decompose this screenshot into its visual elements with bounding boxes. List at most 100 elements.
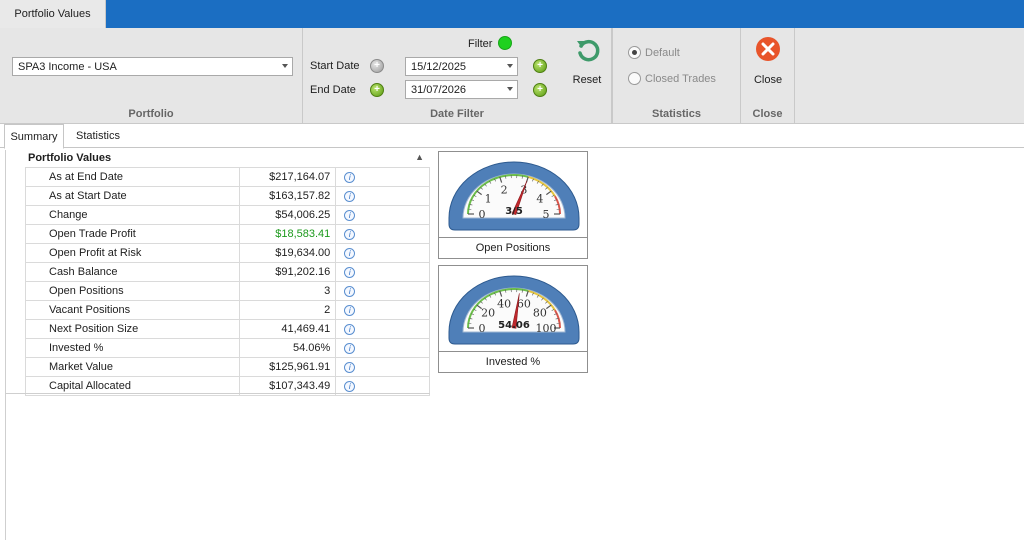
radio-closed-trades-label: Closed Trades	[645, 72, 716, 85]
table-row[interactable]: Change $54,006.25 i	[24, 205, 430, 225]
ribbon-group-close: Close Close	[741, 28, 795, 124]
row-value: 54.06%	[239, 338, 337, 358]
gauge-tick-label: 20	[481, 307, 495, 320]
gauge-caption: Open Positions	[439, 237, 587, 258]
row-label: Next Position Size	[24, 319, 241, 339]
gauge-open-positions: 0123453/5 Open Positions	[438, 151, 588, 259]
table-row[interactable]: Open Trade Profit $18,583.41 i	[24, 224, 430, 244]
row-value: 41,469.41	[239, 319, 337, 339]
end-date-add-icon[interactable]: +	[533, 83, 547, 97]
gauge-tick-label: 2	[501, 183, 508, 196]
gauge-tick-label: 4	[536, 193, 543, 206]
gauge-tick-label: 80	[533, 307, 547, 320]
table-row[interactable]: Invested % 54.06% i	[24, 338, 430, 358]
gauge-readout: 3/5	[505, 206, 523, 217]
table-row[interactable]: As at End Date $217,164.07 i	[24, 167, 430, 187]
window-tab-strip: Portfolio Values	[0, 0, 1024, 28]
grid-group-title: Portfolio Values	[28, 152, 112, 164]
table-row[interactable]: Market Value $125,961.91 i	[24, 357, 430, 377]
row-label: Invested %	[24, 338, 241, 358]
start-date-label: Start Date	[310, 60, 360, 72]
reset-icon	[577, 39, 600, 62]
info-icon[interactable]: i	[344, 381, 356, 392]
gauge-tick-label: 100	[536, 322, 557, 335]
chevron-down-icon	[282, 64, 288, 68]
radio-default-indicator	[628, 46, 641, 59]
row-info-cell: i	[335, 167, 430, 187]
row-value: $19,634.00	[239, 243, 337, 263]
table-row[interactable]: Open Positions 3 i	[24, 281, 430, 301]
radio-closed-trades[interactable]: Closed Trades	[628, 72, 716, 85]
row-value: 2	[239, 300, 337, 320]
start-date-enable-icon[interactable]: +	[370, 59, 384, 73]
end-date-enable-icon[interactable]: +	[370, 83, 384, 97]
ribbon-group-caption-statistics: Statistics	[652, 108, 701, 120]
chevron-down-icon	[507, 87, 513, 91]
grid-divider	[6, 393, 430, 394]
portfolio-select[interactable]: SPA3 Income - USA	[12, 57, 293, 76]
collapse-caret-icon[interactable]: ▲	[415, 152, 424, 162]
values-table: As at End Date $217,164.07 i As at Start Da…	[24, 167, 430, 396]
reset-button[interactable]: Reset	[563, 34, 611, 94]
row-value: $217,164.07	[239, 167, 337, 187]
row-info-cell: i	[335, 243, 430, 263]
close-button[interactable]: Close	[741, 34, 795, 94]
info-icon[interactable]: i	[344, 286, 356, 297]
info-icon[interactable]: i	[344, 191, 356, 202]
summary-panel: Portfolio Values ▲ As at End Date $217,16…	[5, 150, 1024, 540]
grid-group-header[interactable]: Portfolio Values ▲	[6, 150, 430, 167]
info-icon[interactable]: i	[344, 172, 356, 183]
tab-summary[interactable]: Summary	[4, 124, 64, 149]
filter-status-icon[interactable]	[498, 36, 512, 50]
table-row[interactable]: As at Start Date $163,157.82 i	[24, 186, 430, 206]
row-info-cell: i	[335, 262, 430, 282]
info-icon[interactable]: i	[344, 210, 356, 221]
table-row[interactable]: Open Profit at Risk $19,634.00 i	[24, 243, 430, 263]
gauge-tick-label: 5	[543, 208, 550, 221]
row-info-cell: i	[335, 205, 430, 225]
ribbon-group-statistics: Default Closed Trades Statistics	[612, 28, 741, 124]
radio-default-label: Default	[645, 46, 680, 59]
view-tabs: Summary Statistics	[0, 124, 1024, 149]
ribbon-group-portfolio: SPA3 Income - USA Portfolio	[0, 28, 303, 124]
row-value: $18,583.41	[239, 224, 337, 244]
row-info-cell: i	[335, 300, 430, 320]
row-label: Open Trade Profit	[24, 224, 241, 244]
row-value: $91,202.16	[239, 262, 337, 282]
reset-label: Reset	[572, 74, 602, 86]
info-icon[interactable]: i	[344, 267, 356, 278]
gauge-tick-label: 0	[479, 322, 486, 335]
row-label: Change	[24, 205, 241, 225]
table-row[interactable]: Cash Balance $91,202.16 i	[24, 262, 430, 282]
end-date-picker[interactable]: 31/07/2026	[405, 80, 518, 99]
start-date-add-icon[interactable]: +	[533, 59, 547, 73]
gauge-tick-label: 0	[479, 208, 486, 221]
tab-statistics[interactable]: Statistics	[68, 124, 128, 148]
row-label: Vacant Positions	[24, 300, 241, 320]
start-date-picker[interactable]: 15/12/2025	[405, 57, 518, 76]
row-value: 3	[239, 281, 337, 301]
row-label: Market Value	[24, 357, 241, 377]
radio-default[interactable]: Default	[628, 46, 680, 59]
info-icon[interactable]: i	[344, 305, 356, 316]
portfolio-values-grid: Portfolio Values ▲ As at End Date $217,16…	[6, 150, 430, 396]
row-label: Open Profit at Risk	[24, 243, 241, 263]
info-icon[interactable]: i	[344, 248, 356, 259]
info-icon[interactable]: i	[344, 343, 356, 354]
row-value: $163,157.82	[239, 186, 337, 206]
info-icon[interactable]: i	[344, 229, 356, 240]
filter-label: Filter	[468, 38, 493, 50]
open-positions-gauge-dial: 0123453/5	[448, 161, 580, 231]
gauge-tick-label: 40	[497, 297, 511, 310]
table-row[interactable]: Vacant Positions 2 i	[24, 300, 430, 320]
tab-portfolio-values[interactable]: Portfolio Values	[0, 0, 106, 28]
row-label: As at End Date	[24, 167, 241, 187]
info-icon[interactable]: i	[344, 324, 356, 335]
row-info-cell: i	[335, 186, 430, 206]
radio-closed-trades-indicator	[628, 72, 641, 85]
info-icon[interactable]: i	[344, 362, 356, 373]
row-value: $125,961.91	[239, 357, 337, 377]
table-row[interactable]: Next Position Size 41,469.41 i	[24, 319, 430, 339]
gauge-invested-percent: 0 20 40 60 80 100 54.06 Invested %	[438, 265, 588, 373]
ribbon-group-caption-close: Close	[752, 108, 783, 120]
